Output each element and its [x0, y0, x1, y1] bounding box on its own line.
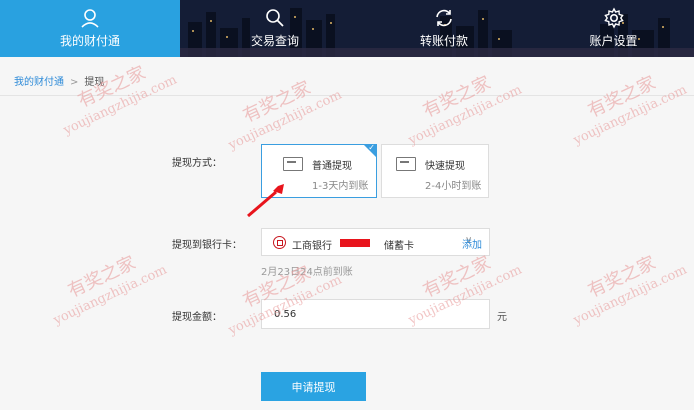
nav-transfer-payment[interactable]: 转账付款 [355, 0, 533, 57]
breadcrumb-separator: > [70, 77, 79, 88]
bank-card-label: 提现到银行卡： [172, 240, 242, 251]
redacted-card-number [340, 239, 370, 247]
amount-unit: 元 [497, 312, 507, 323]
check-icon: ✓ [368, 143, 375, 152]
watermark: 有奖之家 youjiangzhijia.com [51, 252, 170, 329]
arrival-note: 2月23日24点前到账 [261, 267, 353, 278]
breadcrumb: 我的财付通 > 提现 [14, 73, 104, 88]
nav-label: 我的财付通 [59, 34, 120, 48]
nav-my-tenpay[interactable]: 我的财付通 [0, 0, 180, 57]
watermark: 有奖之家 youjiangzhijia.com [571, 72, 690, 149]
nav-label: 账户设置 [589, 34, 638, 48]
nav-account-settings[interactable]: 账户设置 [533, 0, 694, 57]
amount-label: 提现金额： [172, 312, 222, 323]
add-bank-card-link[interactable]: 添加 [462, 236, 482, 251]
annotation-arrow-icon [247, 184, 284, 218]
card-icon [396, 157, 416, 171]
method-title: 普通提现 [312, 161, 352, 172]
card-type: 储蓄卡 [384, 241, 414, 252]
watermark: 有奖之家 youjiangzhijia.com [406, 72, 525, 149]
apply-withdraw-button[interactable]: 申请提现 [261, 372, 366, 401]
header-divider [0, 95, 694, 96]
method-title: 快速提现 [425, 161, 465, 172]
method-subtitle: 2-4小时到账 [425, 181, 482, 192]
refresh-icon [436, 9, 452, 27]
watermark: 有奖之家 youjiangzhijia.com [571, 252, 690, 329]
card-icon [283, 157, 303, 171]
method-subtitle: 1-3天内到账 [312, 181, 369, 192]
search-icon [266, 9, 284, 27]
withdraw-method-label: 提现方式： [172, 158, 222, 169]
user-icon [81, 9, 99, 28]
breadcrumb-current: 提现 [84, 77, 105, 88]
nav-label: 交易查询 [250, 34, 299, 48]
icbc-logo-icon [273, 236, 286, 249]
nav-transaction-query[interactable]: 交易查询 [180, 0, 370, 57]
method-fast-withdraw[interactable]: 快速提现 2-4小时到账 [381, 144, 489, 198]
bank-name: 工商银行 [292, 241, 332, 252]
gear-icon [603, 7, 624, 29]
watermark: 有奖之家 youjiangzhijia.com [61, 62, 180, 139]
amount-input[interactable] [261, 299, 490, 329]
watermark: 有奖之家 youjiangzhijia.com [226, 77, 345, 154]
bank-card-select[interactable]: 工商银行 储蓄卡 ∨ [261, 228, 490, 256]
top-navigation: 我的财付通 交易查询 转账付款 账户设置 [0, 0, 694, 57]
breadcrumb-parent-link[interactable]: 我的财付通 [14, 77, 64, 88]
nav-label: 转账付款 [419, 34, 468, 48]
